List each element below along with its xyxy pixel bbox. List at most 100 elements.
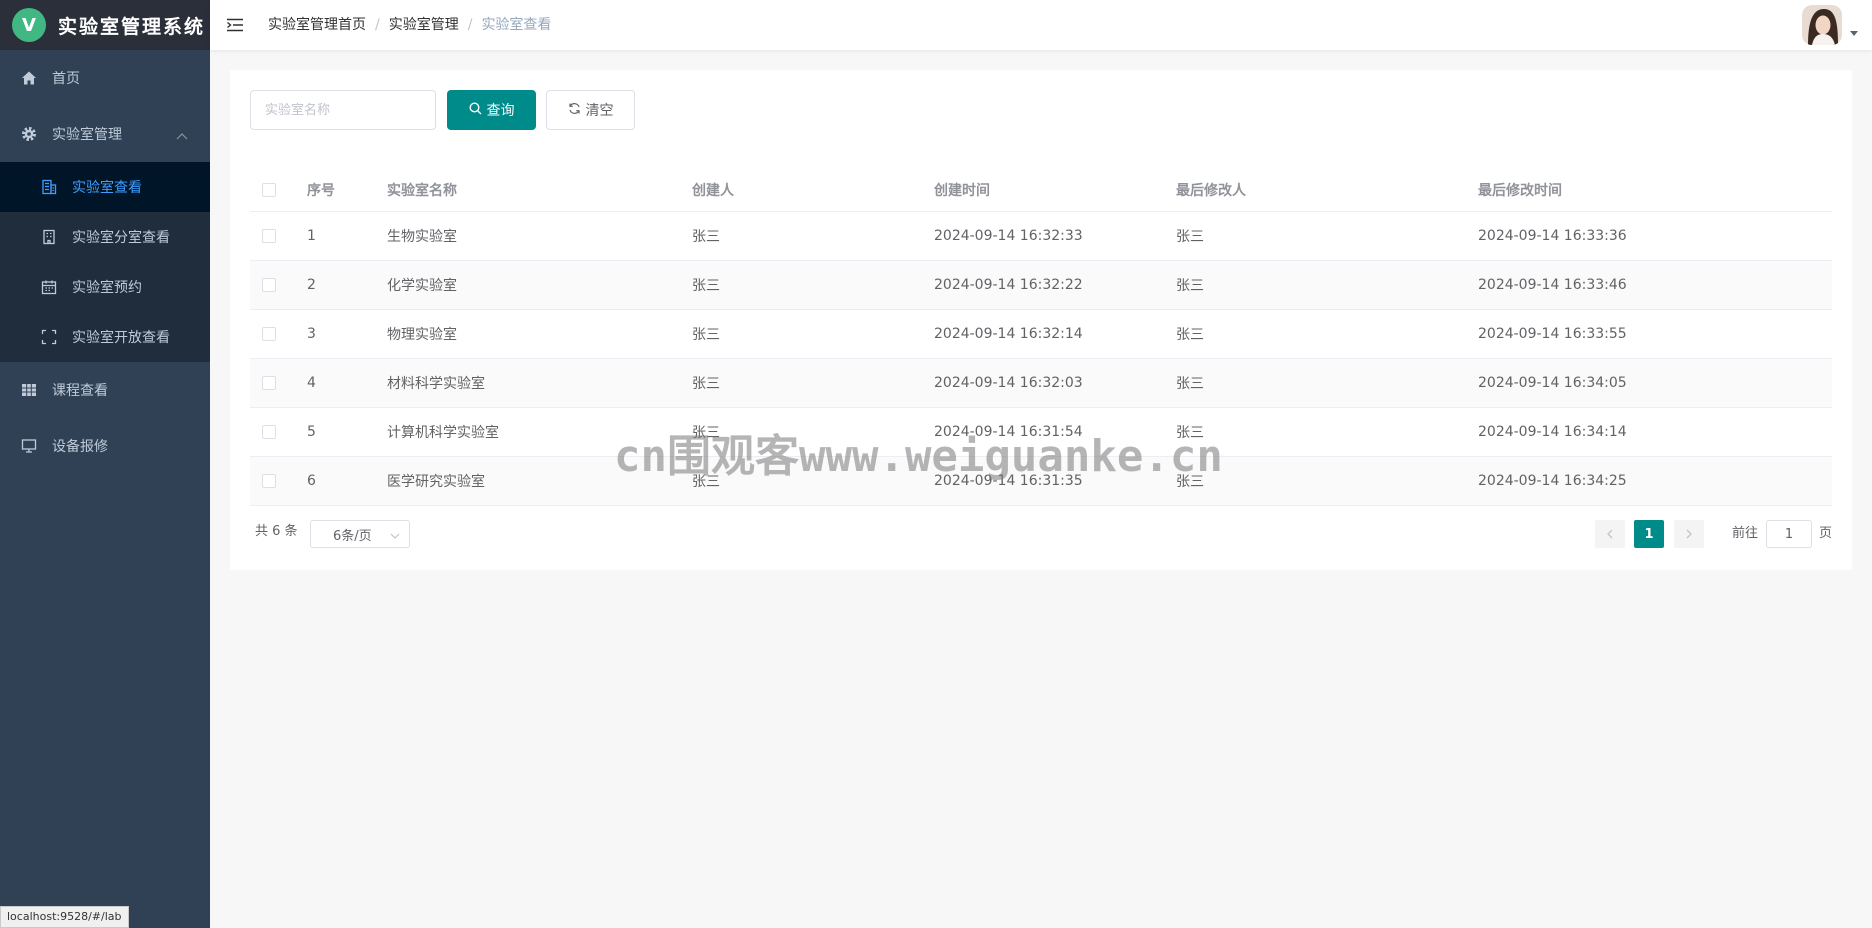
building-icon [40, 178, 58, 196]
home-icon [20, 69, 38, 87]
jump-page-input[interactable] [1766, 520, 1812, 548]
submenu-lab-management: 实验室查看 实验室分室查看 实验室预约 实验室开放查看 [0, 162, 210, 362]
clear-button[interactable]: 清空 [546, 90, 635, 130]
row-checkbox[interactable] [262, 425, 276, 439]
fullscreen-icon [40, 328, 58, 346]
table-row[interactable]: 4 材料科学实验室 张三 2024-09-14 16:32:03 张三 2024-09-1… [250, 359, 1832, 408]
cell-row-index: 3 [307, 326, 316, 342]
sidebar-item-home[interactable]: 首页 [0, 50, 210, 106]
column-header[interactable]: 序号 [307, 168, 335, 211]
header-checkbox-cell [262, 168, 276, 211]
select-all-checkbox[interactable] [262, 182, 276, 197]
cell-creator: 张三 [692, 327, 720, 343]
sidebar-item-lab-view[interactable]: 实验室查看 [0, 162, 210, 212]
query-button[interactable]: 查询 [447, 90, 536, 130]
logo-badge: V [12, 8, 46, 42]
sidebar-item-label: 实验室分室查看 [72, 230, 170, 246]
sidebar-item-label: 首页 [52, 71, 80, 87]
sidebar-item-label: 实验室查看 [72, 180, 142, 196]
breadcrumb-separator: / [375, 17, 380, 33]
cell-creator: 张三 [692, 229, 720, 245]
page-size-value: 6条/页 [333, 528, 372, 544]
grid-icon [20, 381, 38, 399]
sidebar-item-label: 实验室开放查看 [72, 330, 170, 346]
cell-last-modifier: 张三 [1176, 229, 1204, 245]
table-header-row: 序号 实验室名称 创建人 创建时间 最后修改人 最后修改时间 [250, 168, 1832, 212]
cell-creator: 张三 [692, 376, 720, 392]
sidebar-item-lab-open-view[interactable]: 实验室开放查看 [0, 312, 210, 362]
page-size-select[interactable]: 6条/页 [310, 520, 410, 548]
office-icon [40, 228, 58, 246]
breadcrumb-item-current: 实验室查看 [481, 17, 552, 33]
table-row[interactable]: 2 化学实验室 张三 2024-09-14 16:32:22 张三 2024-09-14 … [250, 261, 1832, 310]
cell-last-modifier: 张三 [1176, 327, 1204, 343]
chevron-up-icon [176, 128, 188, 144]
chevron-right-icon [1686, 529, 1692, 539]
row-checkbox[interactable] [262, 327, 276, 341]
prev-page-button[interactable] [1595, 520, 1625, 548]
calendar-icon [40, 278, 58, 296]
cell-lab-name: 生物实验室 [387, 229, 457, 245]
hamburger-icon[interactable] [226, 16, 244, 34]
column-header[interactable]: 创建时间 [934, 168, 990, 211]
cell-last-modified-time: 2024-09-14 16:33:36 [1478, 228, 1627, 244]
table-row[interactable]: 1 生物实验室 张三 2024-09-14 16:32:33 张三 2024-09-14 … [250, 212, 1832, 261]
cell-lab-name: 物理实验室 [387, 327, 457, 343]
table-row[interactable]: 3 物理实验室 张三 2024-09-14 16:32:14 张三 2024-09-14 … [250, 310, 1832, 359]
monitor-icon [20, 437, 38, 455]
row-checkbox-cell [262, 457, 276, 505]
cell-lab-name: 医学研究实验室 [387, 474, 485, 490]
cell-last-modifier: 张三 [1176, 278, 1204, 294]
cell-last-modified-time: 2024-09-14 16:34:05 [1478, 375, 1627, 391]
jump-label: 前往 [1732, 526, 1759, 541]
sidebar-item-lab-booking[interactable]: 实验室预约 [0, 262, 210, 312]
app-title: 实验室管理系统 [58, 15, 206, 38]
cell-last-modified-time: 2024-09-14 16:33:46 [1478, 277, 1627, 293]
sidebar-item-equipment-repair[interactable]: 设备报修 [0, 418, 210, 474]
sidebar-item-label: 课程查看 [52, 383, 108, 399]
chevron-left-icon [1607, 529, 1613, 539]
row-checkbox[interactable] [262, 278, 276, 292]
status-url-tooltip: localhost:9528/#/lab [0, 906, 129, 928]
caret-down-icon[interactable] [1850, 31, 1858, 36]
column-header[interactable]: 实验室名称 [387, 168, 457, 211]
cell-row-index: 2 [307, 277, 316, 293]
cell-created-time: 2024-09-14 16:32:14 [934, 326, 1083, 342]
sidebar-item-label: 设备报修 [52, 439, 108, 455]
cell-last-modifier: 张三 [1176, 376, 1204, 392]
row-checkbox-cell [262, 310, 276, 358]
refresh-icon [568, 102, 586, 119]
sidebar-item-label: 实验室预约 [72, 280, 142, 296]
cell-lab-name: 材料科学实验室 [387, 376, 485, 392]
cell-last-modified-time: 2024-09-14 16:34:14 [1478, 424, 1627, 440]
pagination-total: 共 6 条 [255, 524, 298, 539]
column-header[interactable]: 最后修改时间 [1478, 168, 1562, 211]
row-checkbox[interactable] [262, 376, 276, 390]
cell-creator: 张三 [692, 278, 720, 294]
row-checkbox[interactable] [262, 474, 276, 488]
cell-lab-name: 计算机科学实验室 [387, 425, 499, 441]
column-header[interactable]: 创建人 [692, 168, 734, 211]
cell-last-modified-time: 2024-09-14 16:34:25 [1478, 473, 1627, 489]
cell-row-index: 1 [307, 228, 316, 244]
breadcrumb-item-lab-management[interactable]: 实验室管理 [389, 17, 459, 33]
sidebar-item-course-view[interactable]: 课程查看 [0, 362, 210, 418]
row-checkbox-cell [262, 212, 276, 260]
column-header[interactable]: 最后修改人 [1176, 168, 1246, 211]
cell-created-time: 2024-09-14 16:32:03 [934, 375, 1083, 391]
cell-lab-name: 化学实验室 [387, 278, 457, 294]
clear-button-label: 清空 [585, 103, 614, 119]
app-logo[interactable]: V 实验室管理系统 [0, 0, 210, 50]
page-number-current[interactable]: 1 [1634, 520, 1664, 548]
cell-row-index: 6 [307, 473, 316, 489]
lab-name-search-input[interactable] [250, 90, 436, 130]
cell-created-time: 2024-09-14 16:32:22 [934, 277, 1083, 293]
top-navbar: 实验室管理首页 / 实验室管理 / 实验室查看 [210, 0, 1872, 50]
row-checkbox-cell [262, 408, 276, 456]
row-checkbox[interactable] [262, 229, 276, 243]
next-page-button[interactable] [1674, 520, 1704, 548]
user-avatar[interactable] [1802, 5, 1842, 45]
sidebar-item-lab-management[interactable]: 实验室管理 [0, 106, 210, 162]
sidebar-item-lab-room-view[interactable]: 实验室分室查看 [0, 212, 210, 262]
breadcrumb-item-home[interactable]: 实验室管理首页 [268, 17, 366, 33]
